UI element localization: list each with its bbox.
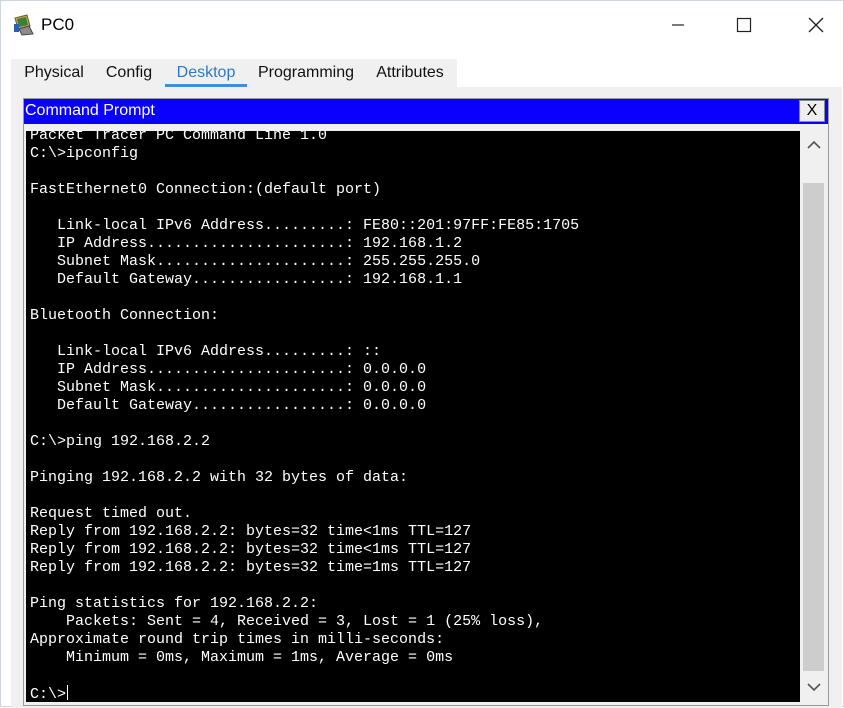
tab-programming[interactable]: Programming: [251, 59, 361, 87]
terminal-lines: Packet Tracer PC Command Line 1.0 C:\>ipc…: [30, 131, 579, 702]
command-prompt-close-button[interactable]: X: [799, 100, 825, 122]
text-cursor: [67, 685, 69, 700]
terminal-line: Ping statistics for 192.168.2.2:: [30, 595, 319, 612]
scroll-up-button[interactable]: [801, 133, 826, 157]
command-prompt-header: Command Prompt X: [24, 99, 828, 124]
terminal-prompt-line[interactable]: C:\>: [30, 685, 579, 702]
terminal-line: Subnet Mask.....................: 255.25…: [30, 253, 481, 270]
minimize-icon: [672, 24, 684, 26]
tab-desktop[interactable]: Desktop: [165, 59, 247, 87]
tab-config[interactable]: Config: [97, 59, 161, 87]
terminal-scrollbar[interactable]: [801, 131, 826, 702]
terminal-line: IP Address......................: 192.16…: [30, 235, 463, 252]
terminal-line: Default Gateway.................: 0.0.0.…: [30, 397, 427, 414]
terminal-line: C:\>ipconfig: [30, 145, 139, 162]
terminal-line: Bluetooth Connection:: [30, 307, 220, 324]
command-prompt-title: Command Prompt: [25, 102, 155, 119]
terminal-line: Subnet Mask.....................: 0.0.0.…: [30, 379, 427, 396]
packet-tracer-pc-icon: [14, 14, 34, 36]
chevron-down-icon: [806, 683, 821, 692]
terminal-line: Reply from 192.168.2.2: bytes=32 time<1m…: [30, 523, 472, 540]
terminal-line: Link-local IPv6 Address.........: FE80::…: [30, 217, 580, 234]
terminal-line: Default Gateway.................: 192.16…: [30, 271, 463, 288]
scroll-down-button[interactable]: [801, 675, 826, 699]
tab-bar: Physical Config Desktop Programming Attr…: [11, 59, 457, 87]
terminal-line: Reply from 192.168.2.2: bytes=32 time<1m…: [30, 541, 472, 558]
terminal-line: Packets: Sent = 4, Received = 3, Lost = …: [30, 613, 544, 630]
terminal-output[interactable]: Packet Tracer PC Command Line 1.0 C:\>ipc…: [26, 131, 800, 702]
terminal-line: C:\>ping 192.168.2.2: [30, 433, 211, 450]
terminal-line: IP Address......................: 0.0.0.…: [30, 361, 427, 378]
title-bar[interactable]: PC0: [1, 1, 843, 49]
terminal-line: Pinging 192.168.2.2 with 32 bytes of dat…: [30, 469, 409, 486]
terminal-line: Link-local IPv6 Address.........: ::: [30, 343, 382, 360]
scroll-thumb[interactable]: [803, 183, 824, 671]
terminal-line: Reply from 192.168.2.2: bytes=32 time=1m…: [30, 559, 472, 576]
chevron-up-icon: [806, 140, 821, 149]
terminal-line: Packet Tracer PC Command Line 1.0: [30, 131, 328, 144]
terminal-line: Minimum = 0ms, Maximum = 1ms, Average = …: [30, 649, 454, 666]
tab-attributes[interactable]: Attributes: [367, 59, 453, 87]
close-button[interactable]: [793, 1, 839, 49]
terminal-prompt: C:\>: [30, 686, 67, 702]
terminal-line: Request timed out.: [30, 505, 193, 522]
terminal-line: FastEthernet0 Connection:(default port): [30, 181, 382, 198]
maximize-button[interactable]: [721, 1, 767, 49]
minimize-button[interactable]: [655, 1, 701, 49]
tab-physical[interactable]: Physical: [11, 59, 97, 87]
maximize-icon: [736, 17, 752, 33]
pc0-window: PC0 Physical Config Desktop Programming …: [0, 0, 844, 708]
close-icon: [808, 17, 824, 33]
window-title: PC0: [41, 15, 75, 34]
terminal-line: Approximate round trip times in milli-se…: [30, 631, 445, 648]
